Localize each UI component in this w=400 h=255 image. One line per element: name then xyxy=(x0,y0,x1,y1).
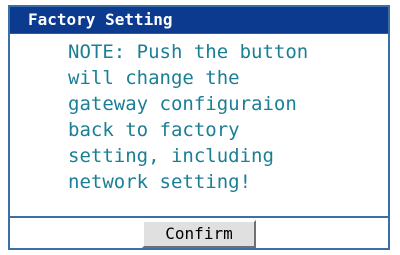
note-line: NOTE: Push the button xyxy=(68,41,309,63)
note-line: will change the xyxy=(68,67,240,89)
note-line: setting, including xyxy=(68,145,274,167)
confirm-button[interactable]: Confirm xyxy=(142,220,256,248)
note-box: NOTE: Push the button will change the ga… xyxy=(10,34,388,218)
button-row: Confirm xyxy=(10,218,388,249)
panel-title: Factory Setting xyxy=(10,7,388,34)
note-line: back to factory xyxy=(68,119,240,141)
factory-setting-panel: Factory Setting NOTE: Push the button wi… xyxy=(8,5,390,250)
note-line: gateway configuraion xyxy=(68,93,297,115)
note-line: network setting! xyxy=(68,171,252,193)
